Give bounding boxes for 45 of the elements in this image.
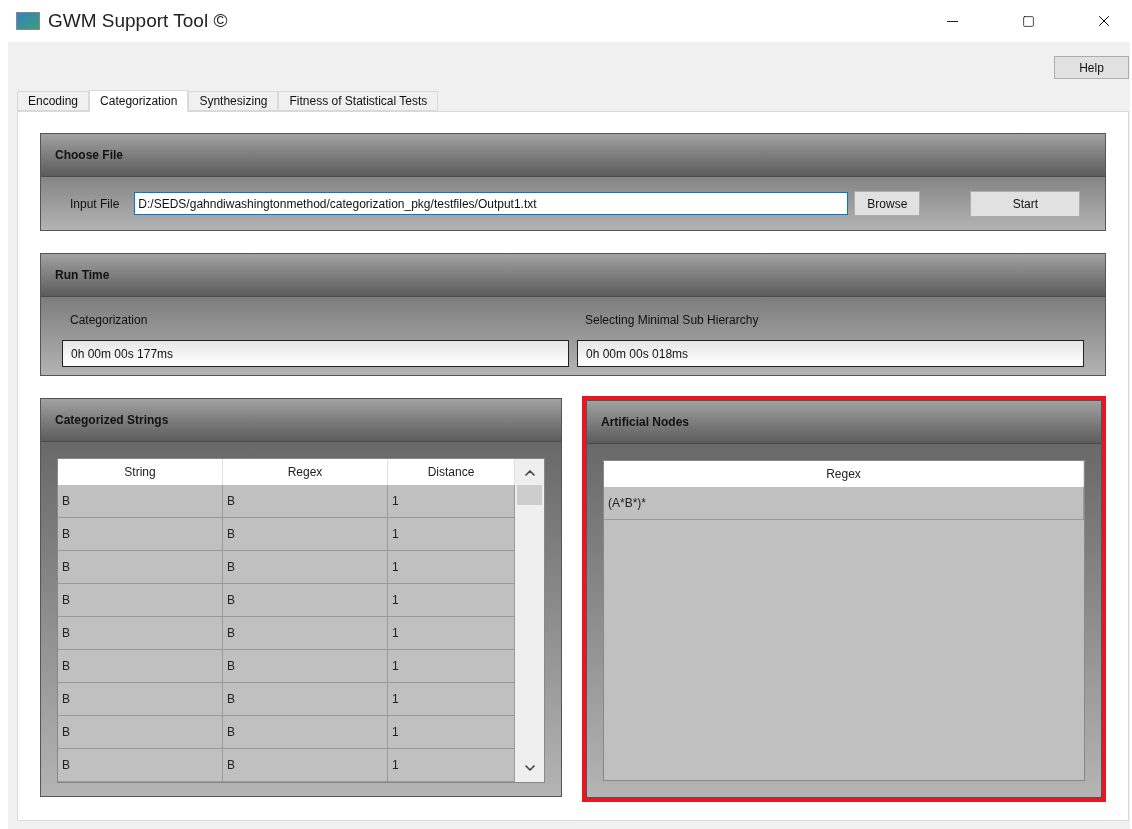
- table-cell: B: [223, 518, 388, 550]
- table-cell: B: [58, 749, 223, 781]
- table-cell: B: [223, 749, 388, 781]
- table-cell: B: [58, 716, 223, 748]
- tab[interactable]: Fitness of Statistical Tests: [278, 91, 439, 111]
- timer-field: 0h 00m 00s 177ms: [62, 340, 569, 367]
- group-title: Choose File: [55, 147, 123, 164]
- timer-field: 0h 00m 00s 018ms: [577, 340, 1084, 367]
- field-label: Input File: [70, 195, 120, 213]
- tab[interactable]: Synthesizing: [188, 91, 279, 111]
- table-cell: B: [58, 617, 223, 649]
- table-cell: B: [58, 584, 223, 616]
- column-header[interactable]: Regex: [604, 461, 1084, 487]
- table-cell: B: [223, 617, 388, 649]
- table-cell: B: [223, 551, 388, 583]
- app-icon: [16, 12, 40, 30]
- tab[interactable]: Categorization: [89, 90, 189, 112]
- table-cell: B: [223, 584, 388, 616]
- group-title: Artificial Nodes: [601, 414, 690, 431]
- table-cell: B: [58, 551, 223, 583]
- table-cell: B: [223, 650, 388, 682]
- table-cell: B: [223, 683, 388, 715]
- group-title: Run Time: [55, 267, 110, 284]
- tab[interactable]: Encoding: [17, 91, 90, 111]
- browse-button[interactable]: Browse: [854, 191, 921, 216]
- group-title: Categorized Strings: [55, 412, 169, 429]
- table-cell: (A*B*)*: [604, 487, 1084, 519]
- start-button[interactable]: Start: [970, 190, 1081, 217]
- input-field[interactable]: D:/SEDS/gahndiwashingtonmethod/categorization_pkg/testfiles/Output1.txt: [134, 192, 849, 215]
- help-button[interactable]: Help: [1054, 56, 1129, 79]
- table-cell: B: [58, 518, 223, 550]
- column-header[interactable]: String: [58, 459, 223, 485]
- column-header[interactable]: Regex: [223, 459, 388, 485]
- table-cell: B: [58, 650, 223, 682]
- maximize-icon: [1021, 14, 1035, 28]
- timer-label: Categorization: [70, 312, 149, 329]
- minimize-icon: [946, 20, 958, 22]
- table-cell: B: [58, 485, 223, 517]
- table-cell: B: [223, 485, 388, 517]
- window-title: GWM Support Tool ©: [48, 8, 228, 33]
- table-cell: B: [223, 716, 388, 748]
- scrollbar[interactable]: [515, 459, 544, 782]
- timer-label: Selecting Minimal Sub Hierarchy: [585, 312, 760, 329]
- table-cell: B: [58, 683, 223, 715]
- scroll-thumb[interactable]: [517, 485, 542, 505]
